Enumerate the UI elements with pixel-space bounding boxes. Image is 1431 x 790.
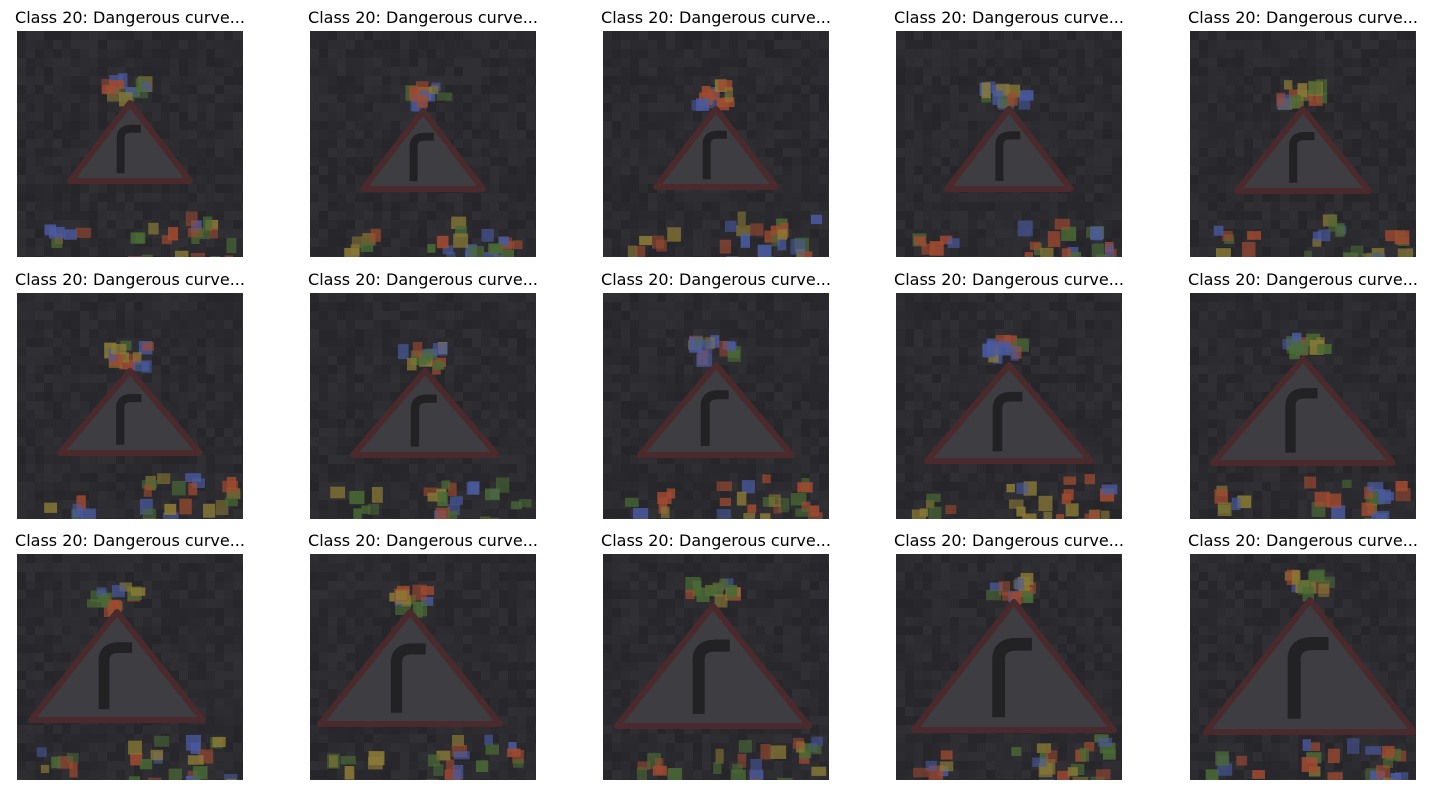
dangerous-curve-right-sign-icon [17, 554, 243, 780]
dangerous-curve-right-sign-icon [310, 554, 536, 780]
dangerous-curve-right-sign-icon [1190, 554, 1416, 780]
dangerous-curve-right-sign-icon [896, 554, 1122, 780]
thumbnail-cell: Class 20: Dangerous curve... [298, 7, 548, 257]
thumbnail-title: Class 20: Dangerous curve... [1188, 531, 1418, 550]
dangerous-curve-right-sign-icon [1190, 31, 1416, 257]
thumbnail-title: Class 20: Dangerous curve... [1188, 8, 1418, 27]
thumbnail-title: Class 20: Dangerous curve... [308, 531, 538, 550]
thumbnail-cell: Class 20: Dangerous curve... [884, 7, 1134, 257]
thumbnail-title: Class 20: Dangerous curve... [894, 270, 1124, 289]
thumbnail-title: Class 20: Dangerous curve... [1188, 270, 1418, 289]
thumbnail-title: Class 20: Dangerous curve... [601, 531, 831, 550]
thumbnail-cell: Class 20: Dangerous curve... [591, 7, 841, 257]
thumbnail-title: Class 20: Dangerous curve... [894, 8, 1124, 27]
dangerous-curve-right-sign-icon [310, 31, 536, 257]
thumbnail-cell: Class 20: Dangerous curve... [884, 530, 1134, 780]
thumbnail-title: Class 20: Dangerous curve... [308, 8, 538, 27]
thumbnail-title: Class 20: Dangerous curve... [894, 531, 1124, 550]
dangerous-curve-right-sign-icon [896, 293, 1122, 519]
thumbnail-title: Class 20: Dangerous curve... [601, 8, 831, 27]
thumbnail-cell: Class 20: Dangerous curve... [5, 530, 255, 780]
thumbnail-cell: Class 20: Dangerous curve... [5, 7, 255, 257]
thumbnail-cell: Class 20: Dangerous curve... [1178, 530, 1428, 780]
thumbnail-cell: Class 20: Dangerous curve... [884, 269, 1134, 519]
thumbnail-cell: Class 20: Dangerous curve... [1178, 269, 1428, 519]
dangerous-curve-right-sign-icon [603, 554, 829, 780]
thumbnail-title: Class 20: Dangerous curve... [15, 270, 245, 289]
thumbnail-cell: Class 20: Dangerous curve... [298, 269, 548, 519]
dangerous-curve-right-sign-icon [310, 293, 536, 519]
dangerous-curve-right-sign-icon [896, 31, 1122, 257]
thumbnail-cell: Class 20: Dangerous curve... [591, 269, 841, 519]
thumbnail-cell: Class 20: Dangerous curve... [1178, 7, 1428, 257]
thumbnail-cell: Class 20: Dangerous curve... [591, 530, 841, 780]
dangerous-curve-right-sign-icon [603, 293, 829, 519]
dangerous-curve-right-sign-icon [1190, 293, 1416, 519]
dangerous-curve-right-sign-icon [603, 31, 829, 257]
thumbnail-title: Class 20: Dangerous curve... [15, 8, 245, 27]
thumbnail-title: Class 20: Dangerous curve... [15, 531, 245, 550]
dangerous-curve-right-sign-icon [17, 293, 243, 519]
thumbnail-cell: Class 20: Dangerous curve... [5, 269, 255, 519]
thumbnail-cell: Class 20: Dangerous curve... [298, 530, 548, 780]
thumbnail-title: Class 20: Dangerous curve... [308, 270, 538, 289]
dangerous-curve-right-sign-icon [17, 31, 243, 257]
thumbnail-title: Class 20: Dangerous curve... [601, 270, 831, 289]
